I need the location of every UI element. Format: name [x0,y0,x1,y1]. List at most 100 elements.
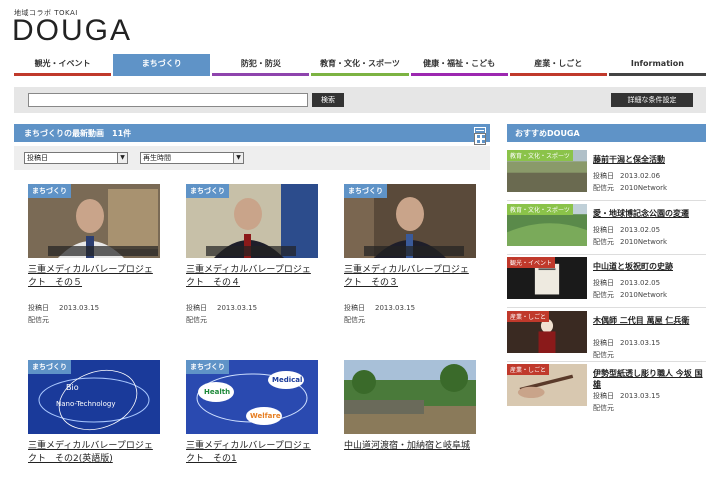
posted-date: 2013.02.06 [620,172,661,180]
recommended-title-link[interactable]: 木偶師 二代目 萬屋 仁兵衛 [593,315,705,326]
source-value: 2010Network [620,291,668,299]
video-meta: 投稿日 2013.03.15 配信元 [344,302,476,326]
category-tag: 教育・文化・スポーツ [507,150,573,161]
search-button[interactable]: 検索 [312,93,344,107]
nav-tab-0[interactable]: 観光・イベント [14,54,112,76]
video-meta: 投稿日 2013.03.15 配信元 [186,302,318,326]
site-logo[interactable]: DOUGA [12,14,132,48]
video-title-link[interactable]: 三重メディカルバレープロジェクト その2(英語版) [28,440,160,466]
video-thumbnail[interactable]: Bio Nano-Technology まちづくり [28,360,160,434]
category-tag: まちづくり [344,184,387,198]
duration-select[interactable]: 再生時間 ▼ [140,152,244,164]
nav-tab-4[interactable]: 健康・福祉・こども [410,54,508,76]
svg-text:Medical: Medical [272,376,302,384]
nav-tab-1[interactable]: まちづくり [113,54,211,76]
category-nav: 観光・イベント まちづくり 防犯・防災 教育・文化・スポーツ 健康・福祉・こども 産業・し… [14,54,706,76]
chevron-down-icon: ▼ [233,153,243,163]
video-title-link[interactable]: 三重メディカルバレープロジェクト その５ [28,264,160,290]
recommended-item[interactable]: 教育・文化・スポーツ 愛・地球博記念公園の変遷 投稿日 2013.02.05 配信… [507,204,706,252]
posted-label: 投稿日 [593,226,614,234]
recommended-title-link[interactable]: 愛・地球博記念公園の変遷 [593,208,705,219]
source-value: 2010Network [620,238,668,246]
video-thumbnail[interactable] [344,360,476,434]
sort-order-select[interactable]: 投稿日 ▼ [24,152,128,164]
grid-view-icon[interactable] [474,133,486,145]
posted-label: 投稿日 [344,304,365,312]
search-input[interactable] [28,93,308,107]
source-label: 配信元 [593,351,614,359]
advanced-search-button[interactable]: 詳細な条件設定 [611,93,693,107]
svg-text:Welfare: Welfare [250,412,281,420]
source-label: 配信元 [28,316,49,324]
recommended-meta: 投稿日 2013.03.15 配信元 [593,390,660,414]
video-thumbnail[interactable]: まちづくり [186,184,318,258]
source-label: 配信元 [593,404,614,412]
video-title-link[interactable]: 三重メディカルバレープロジェクト その４ [186,264,318,290]
category-tag: まちづくり [28,184,71,198]
recommended-item[interactable]: 産業・しごと 伊勢型紙透し彫り職人 今坂 国雄 投稿日 2013.03.15 配信… [507,364,706,412]
svg-text:Nano-Technology: Nano-Technology [56,400,115,408]
posted-date: 2013.03.15 [375,304,416,312]
posted-label: 投稿日 [593,279,614,287]
video-thumbnail[interactable]: まちづくり [344,184,476,258]
video-card[interactable]: 中山道河渡宿・加納宿と岐阜城 [344,360,476,453]
video-card[interactable]: まちづくり三重メディカルバレープロジェクト その３ 投稿日 2013.03.15 … [344,184,476,326]
recommended-meta: 投稿日 2013.03.15 配信元 [593,337,660,361]
source-label: 配信元 [593,291,614,299]
divider [507,307,706,308]
source-label: 配信元 [344,316,365,324]
video-title-link[interactable]: 三重メディカルバレープロジェクト その３ [344,264,476,290]
posted-date: 2013.02.05 [620,226,661,234]
recommended-thumbnail[interactable]: 観光・イベント [507,257,587,299]
recommended-thumbnail[interactable]: 教育・文化・スポーツ [507,150,587,192]
posted-label: 投稿日 [593,392,614,400]
divider [507,254,706,255]
recommended-title-link[interactable]: 中山道と坂祝町の史跡 [593,261,705,272]
divider [507,200,706,201]
recommended-item[interactable]: 観光・イベント 中山道と坂祝町の史跡 投稿日 2013.02.05 配信元 2010… [507,257,706,305]
video-title-link[interactable]: 中山道河渡宿・加納宿と岐阜城 [344,440,476,453]
recommended-meta: 投稿日 2013.02.05 配信元 2010Network [593,277,667,301]
posted-label: 投稿日 [186,304,207,312]
recommended-thumbnail[interactable]: 産業・しごと [507,311,587,353]
video-thumbnail[interactable]: Health Medical Welfare まちづくり [186,360,318,434]
nav-tab-2[interactable]: 防犯・防災 [212,54,310,76]
category-tag: 産業・しごと [507,364,550,375]
recommended-thumbnail[interactable]: 産業・しごと [507,364,587,406]
divider [507,361,706,362]
posted-date: 2013.02.05 [620,279,661,287]
posted-label: 投稿日 [28,304,49,312]
video-card[interactable]: Health Medical Welfare まちづくり三重メディカルバレープロジェク… [186,360,318,466]
video-card[interactable]: まちづくり 三重メディカルバレープロジェクト その５ 投稿日 2013.03.15 … [28,184,160,326]
video-card[interactable]: Bio Nano-Technology まちづくり三重メディカルバレープロジェクト … [28,360,160,466]
chevron-down-icon: ▼ [117,153,127,163]
svg-text:Bio: Bio [66,383,79,392]
recommended-item[interactable]: 産業・しごと 木偶師 二代目 萬屋 仁兵衛 投稿日 2013.03.15 配信元 [507,311,706,359]
sort-order-value: 投稿日 [27,154,48,162]
source-label: 配信元 [593,238,614,246]
recommended-thumbnail[interactable]: 教育・文化・スポーツ [507,204,587,246]
posted-label: 投稿日 [593,339,614,347]
recommended-title-link[interactable]: 伊勢型紙透し彫り職人 今坂 国雄 [593,368,705,390]
video-thumbnail[interactable]: まちづくり [28,184,160,258]
source-value: 2010Network [620,184,668,192]
category-tag: まちづくり [28,360,71,374]
nav-tab-3[interactable]: 教育・文化・スポーツ [311,54,409,76]
source-label: 配信元 [186,316,207,324]
category-tag: 観光・イベント [507,257,556,268]
recommended-title-link[interactable]: 藤前干潟と保全活動 [593,154,705,165]
svg-text:Health: Health [204,388,230,396]
video-card[interactable]: まちづくり三重メディカルバレープロジェクト その４ 投稿日 2013.03.15 … [186,184,318,326]
recommended-item[interactable]: 教育・文化・スポーツ 藤前干潟と保全活動 投稿日 2013.02.06 配信元 20… [507,150,706,198]
recommended-heading: おすすめDOUGA [507,124,706,142]
nav-tab-6[interactable]: Information [608,54,706,76]
video-title-link[interactable]: 三重メディカルバレープロジェクト その1 [186,440,318,466]
recommended-meta: 投稿日 2013.02.06 配信元 2010Network [593,170,667,194]
nav-tab-5[interactable]: 産業・しごと [509,54,607,76]
category-tag: まちづくり [186,184,229,198]
category-tag: 教育・文化・スポーツ [507,204,573,215]
sort-controls: 投稿日 ▼ 再生時間 ▼ [14,146,490,170]
posted-date: 2013.03.15 [217,304,258,312]
recommended-meta: 投稿日 2013.02.05 配信元 2010Network [593,224,667,248]
category-tag: まちづくり [186,360,229,374]
